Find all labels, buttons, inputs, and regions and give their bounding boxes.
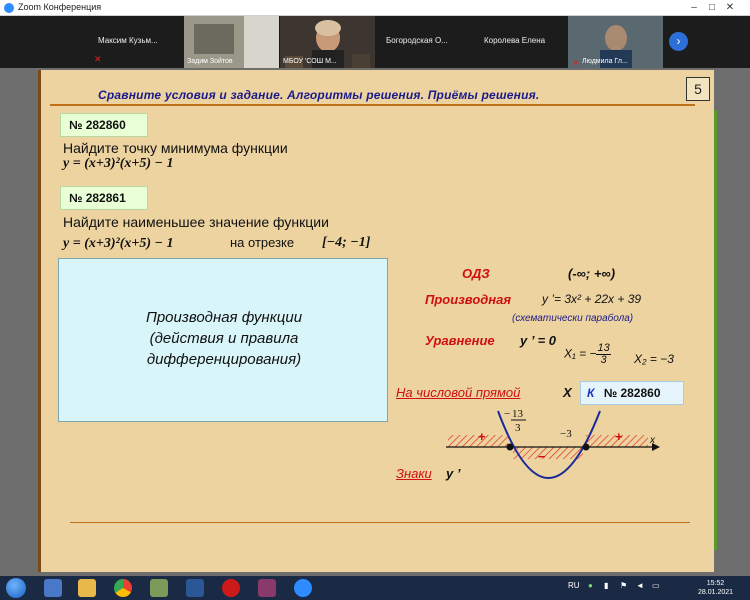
participant-name: Людмила Гл... (582, 58, 628, 65)
tray-volume-icon[interactable]: ◄ (636, 581, 644, 590)
task1-formula: y = (x+3)²(x+5) − 1 (63, 156, 174, 171)
derivative-box-line1: Производная функции (145, 309, 303, 326)
chrome-icon[interactable] (114, 579, 132, 597)
slide-divider-bottom (70, 522, 690, 523)
signs-var: y ’ (446, 466, 461, 481)
opera-icon[interactable] (222, 579, 240, 597)
word-icon[interactable] (186, 579, 204, 597)
minimize-button[interactable]: – (686, 1, 702, 14)
point-minus-3 (582, 443, 590, 451)
file-explorer-icon[interactable] (78, 579, 96, 597)
derivative-label: Производная (425, 292, 512, 307)
derivative-box-text: Производная функции (действия и правила … (59, 307, 389, 370)
participant-name: Богородская О... (386, 36, 448, 45)
zoom-taskbar-icon[interactable] (294, 579, 312, 597)
odz-label: ОДЗ (462, 266, 490, 281)
sign-middle: − (538, 449, 546, 464)
participant-tile-2[interactable]: Задим Зойтов (184, 16, 279, 68)
window-title: Zoom Конференция (18, 2, 102, 12)
clock-time: 15:52 (706, 580, 725, 587)
winrar-icon[interactable] (258, 579, 276, 597)
task1-number: № 282860 (60, 113, 148, 137)
reference-number: № 282860 (603, 386, 661, 400)
participant-tile-6[interactable]: ✕ Людмила Гл... (568, 16, 663, 68)
derivative-info-box: Производная функции (действия и правила … (58, 258, 388, 422)
number-line-var: X (563, 385, 572, 400)
root-x1-denominator: 3 (600, 354, 607, 366)
derivative-value: y ’= 3x² + 22x + 39 (542, 292, 642, 306)
root-x2: X₂ = −3 (634, 352, 674, 366)
task2-number: № 282861 (60, 186, 148, 210)
shaded-region-middle (513, 447, 583, 459)
equation-value: y ’ = 0 (520, 333, 557, 348)
participant-name: Королева Елена (484, 36, 546, 45)
zoom-app-icon (4, 3, 14, 13)
tray-keyboard-icon[interactable]: ▭ (652, 581, 660, 590)
participant-name: Задим Зойтов (187, 58, 233, 65)
slide-divider-top (50, 104, 695, 106)
next-page-arrow-icon[interactable]: › (669, 32, 688, 51)
close-button[interactable]: ✕ (722, 1, 738, 14)
task2-interval: [−4; −1] (322, 235, 371, 250)
participant-tile-5[interactable]: Королева Елена (472, 16, 567, 68)
participant-name: МБОУ 'СОШ М... (283, 58, 337, 65)
window-titlebar: Zoom Конференция – □ ✕ (0, 0, 750, 16)
app-icon[interactable] (150, 579, 168, 597)
start-button[interactable] (6, 578, 26, 598)
point1-denominator: 3 (515, 422, 521, 434)
x-axis-label: x (649, 435, 656, 446)
number-line-diagram: x − 13 3 −3 + − + (446, 408, 660, 479)
root-x1-prefix: X₁ = − (564, 346, 597, 361)
muted-mic-icon: ✕ (572, 58, 580, 68)
task2-formula: y = (x+3)²(x+5) − 1 (63, 236, 174, 251)
point1-sign: − (504, 408, 510, 420)
clock-date: 28.01.2021 (698, 589, 734, 596)
slide-page-number: 5 (686, 77, 710, 101)
derivative-box-line2: (действия и правила (149, 330, 299, 347)
derivative-box-line3: дифференцирования) (146, 351, 302, 368)
odz-value: (-∞; +∞) (568, 266, 616, 281)
muted-mic-icon: ✕ (94, 54, 102, 64)
point-minus-13-3 (506, 443, 514, 451)
participant-name: Максим Кузьм... (98, 36, 158, 45)
point1-numerator: 13 (512, 408, 524, 420)
sign-left: + (478, 429, 486, 444)
participants-strip: Максим Кузьм... ✕ Задим Зойтов МБОУ 'СОШ… (0, 16, 750, 68)
participant-tile-3[interactable]: МБОУ 'СОШ М... (280, 16, 375, 68)
reference-badge: К № 282860 (580, 381, 684, 405)
tray-network-icon[interactable]: ▮ (604, 581, 608, 590)
signs-label: Знаки (396, 466, 432, 481)
language-indicator[interactable]: RU (568, 581, 580, 590)
reference-k-label: К (587, 386, 595, 400)
participant-tile-4[interactable]: Богородская О... (376, 16, 471, 68)
participant-tile-1[interactable]: Максим Кузьм... ✕ (88, 16, 183, 68)
task1-text: Найдите точку минимума функции (63, 140, 288, 156)
slide-heading: Сравните условия и задание. Алгоритмы ре… (98, 88, 540, 102)
tray-flag-icon[interactable]: ⚑ (620, 581, 627, 590)
derivative-note: (схематически парабола) (512, 313, 634, 324)
task2-text: Найдите наименьшее значение функции (63, 214, 329, 230)
tray-security-icon[interactable]: ● (588, 581, 593, 590)
number-line-label: На числовой прямой (396, 385, 521, 400)
taskbar-clock[interactable]: 15:52 28.01.2021 (698, 579, 733, 597)
point2-label: −3 (560, 428, 572, 440)
media-player-icon[interactable] (44, 579, 62, 597)
windows-taskbar: RU ● ▮ ⚑ ◄ ▭ 15:52 28.01.2021 (0, 576, 750, 600)
equation-label: Уравнение (425, 333, 495, 348)
root-x1: X₁ = −13 3 (564, 343, 611, 366)
maximize-button[interactable]: □ (704, 1, 720, 14)
root-x1-fraction: 13 3 (596, 343, 611, 366)
task2-interval-label: на отрезке (230, 235, 295, 250)
sign-right: + (615, 429, 623, 444)
